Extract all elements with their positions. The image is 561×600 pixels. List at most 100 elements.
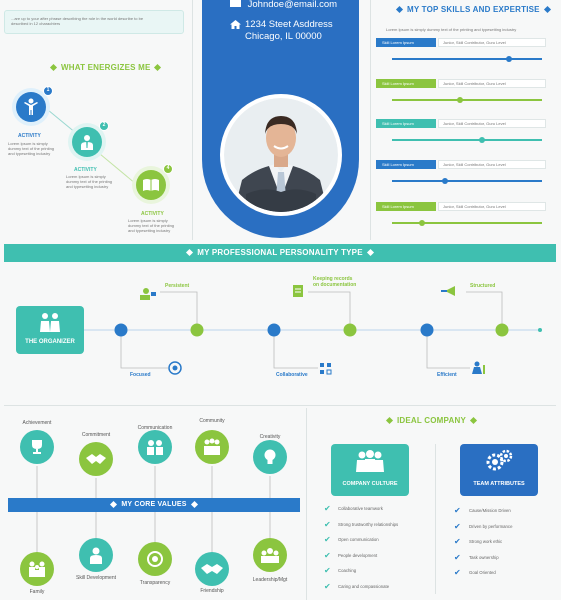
activity-label-2: ACTIVITY — [74, 167, 97, 173]
diamond-icon — [110, 500, 118, 508]
skill-level-handle[interactable] — [441, 177, 448, 184]
skill-track — [392, 180, 542, 182]
activity-number-1: 1 — [43, 86, 53, 96]
email-icon — [230, 0, 241, 7]
timeline-dot — [190, 323, 204, 337]
skill-levels: Junior, Skill Contributor, Guru Level — [438, 119, 546, 128]
activity-icon-3 — [136, 170, 166, 200]
trophy-icon — [20, 430, 54, 464]
ideal-company-title: IDEAL COMPANY — [382, 416, 481, 425]
skill-track — [392, 58, 542, 60]
skill-tag: Skill Lorem Ipsum — [376, 160, 436, 169]
check-icon: ✔ — [324, 504, 331, 513]
value-label: Achievement — [22, 420, 52, 426]
intro-box: ...are up to your after phrase describin… — [4, 10, 184, 34]
team-item: Driven by performance — [469, 523, 513, 529]
divider — [435, 444, 436, 594]
trait-collaborative: Collaborative — [276, 372, 308, 378]
skill-row: Skill Lorem Ipsum Junior, Skill Contribut… — [376, 160, 546, 190]
focused-icon — [168, 361, 182, 375]
trait-structured: Structured — [470, 283, 496, 289]
check-icon: ✔ — [324, 535, 331, 544]
culture-item: Caring and compassionate — [338, 583, 390, 589]
leader-icon — [253, 538, 287, 572]
address-line2: Chicago, IL 00000 — [245, 31, 322, 42]
handshake-icon — [79, 442, 113, 476]
timeline-dot — [420, 323, 434, 337]
persistent-icon — [140, 288, 156, 300]
culture-item: Collaborative teamwork — [338, 506, 383, 511]
activity-desc-1: Lorem Ipsum is simply dummy text of the p… — [8, 141, 55, 156]
skill-level-handle[interactable] — [506, 55, 512, 62]
activity-label-3: ACTIVITY — [141, 211, 164, 217]
company-culture-card: COMPANY CULTURE — [331, 444, 409, 496]
culture-item: Coaching — [338, 568, 357, 573]
trait-records: Keeping records on documentation — [313, 276, 357, 288]
skill-level-handle[interactable] — [419, 219, 425, 226]
timeline-dot — [114, 323, 128, 337]
ideal-company-title-text: IDEAL COMPANY — [397, 416, 466, 425]
person-icon — [79, 538, 113, 572]
personality-banner: MY PROFESSIONAL PERSONALITY TYPE — [4, 244, 556, 262]
core-values-banner: MY CORE VALUES — [8, 498, 300, 512]
skill-row: Skill Lorem Ipsum Junior, Skill Contribut… — [376, 202, 546, 232]
check-icon: ✔ — [454, 506, 461, 515]
diamond-icon — [366, 249, 374, 257]
skill-track — [392, 222, 542, 224]
email-text[interactable]: Johndoe@email.com — [248, 0, 337, 10]
records-icon — [293, 285, 303, 297]
address-row: 1234 Steet Asddress Chicago, IL 00000 — [230, 19, 333, 43]
divider — [370, 0, 371, 240]
check-icon: ✔ — [324, 550, 331, 560]
check-icon: ✔ — [454, 537, 461, 546]
value-label: Leadership/Mgt — [252, 577, 288, 583]
gears-icon — [486, 449, 513, 471]
check-icon: ✔ — [454, 552, 461, 562]
value-label: Friendship — [200, 588, 224, 594]
check-icon: ✔ — [454, 568, 461, 577]
skill-tag: Skill Lorem Ipsum — [376, 79, 436, 88]
activity-label-1: ACTIVITY — [18, 133, 41, 139]
intro-text-line2: described in 12 charachters — [11, 21, 61, 26]
community-icon — [195, 430, 229, 464]
structured-icon — [441, 286, 455, 296]
diamond-icon — [469, 417, 478, 425]
check-icon: ✔ — [454, 521, 461, 531]
activity-icon-2 — [72, 127, 102, 157]
skill-level-handle[interactable] — [456, 96, 463, 103]
efficient-icon — [472, 361, 485, 374]
divider — [192, 0, 193, 240]
energizes-title-text: WHAT ENERGIZES ME — [61, 63, 151, 72]
activity-number-2: 2 — [99, 121, 109, 131]
skill-levels: Junior, Skill Contributor, Guru Level — [438, 160, 546, 169]
profile-photo — [220, 94, 342, 216]
divider — [306, 408, 307, 600]
culture-item: Strong trustworthy relationships — [338, 521, 399, 527]
value-label: Communication — [137, 425, 173, 431]
collaborative-icon — [320, 363, 332, 375]
value-label: Commitment — [81, 432, 111, 438]
skill-tag: Skill Lorem Ipsum — [376, 202, 436, 211]
diamond-icon — [186, 249, 194, 257]
diamond-icon — [543, 6, 551, 14]
skill-level-handle[interactable] — [479, 136, 485, 143]
timeline-dot — [495, 323, 509, 337]
skill-track — [392, 99, 542, 101]
diamond-icon — [190, 500, 198, 508]
activity-number-3: 4 — [163, 164, 173, 174]
check-icon: ✔ — [324, 581, 331, 591]
team-attributes-card: TEAM ATTRIBUTES — [460, 444, 538, 496]
diamond-icon — [49, 64, 58, 72]
diamond-icon — [385, 417, 394, 425]
trait-efficient: Efficient — [437, 372, 457, 378]
activity-desc-3: Lorem Ipsum is simply dummy text of the p… — [128, 218, 175, 233]
skill-row: Skill Lorem Ipsum Junior, Skill Contribut… — [376, 79, 546, 109]
team-item: Goal Oriented — [469, 570, 496, 575]
value-label: Family — [29, 589, 45, 595]
skills-title-text: MY TOP SKILLS AND EXPERTISE — [407, 5, 540, 14]
value-label: Creativity — [259, 434, 281, 440]
family-icon — [20, 552, 54, 586]
trait-focused: Focused — [130, 372, 151, 378]
diamond-icon — [395, 6, 404, 14]
team-item: Task ownership — [469, 554, 499, 560]
